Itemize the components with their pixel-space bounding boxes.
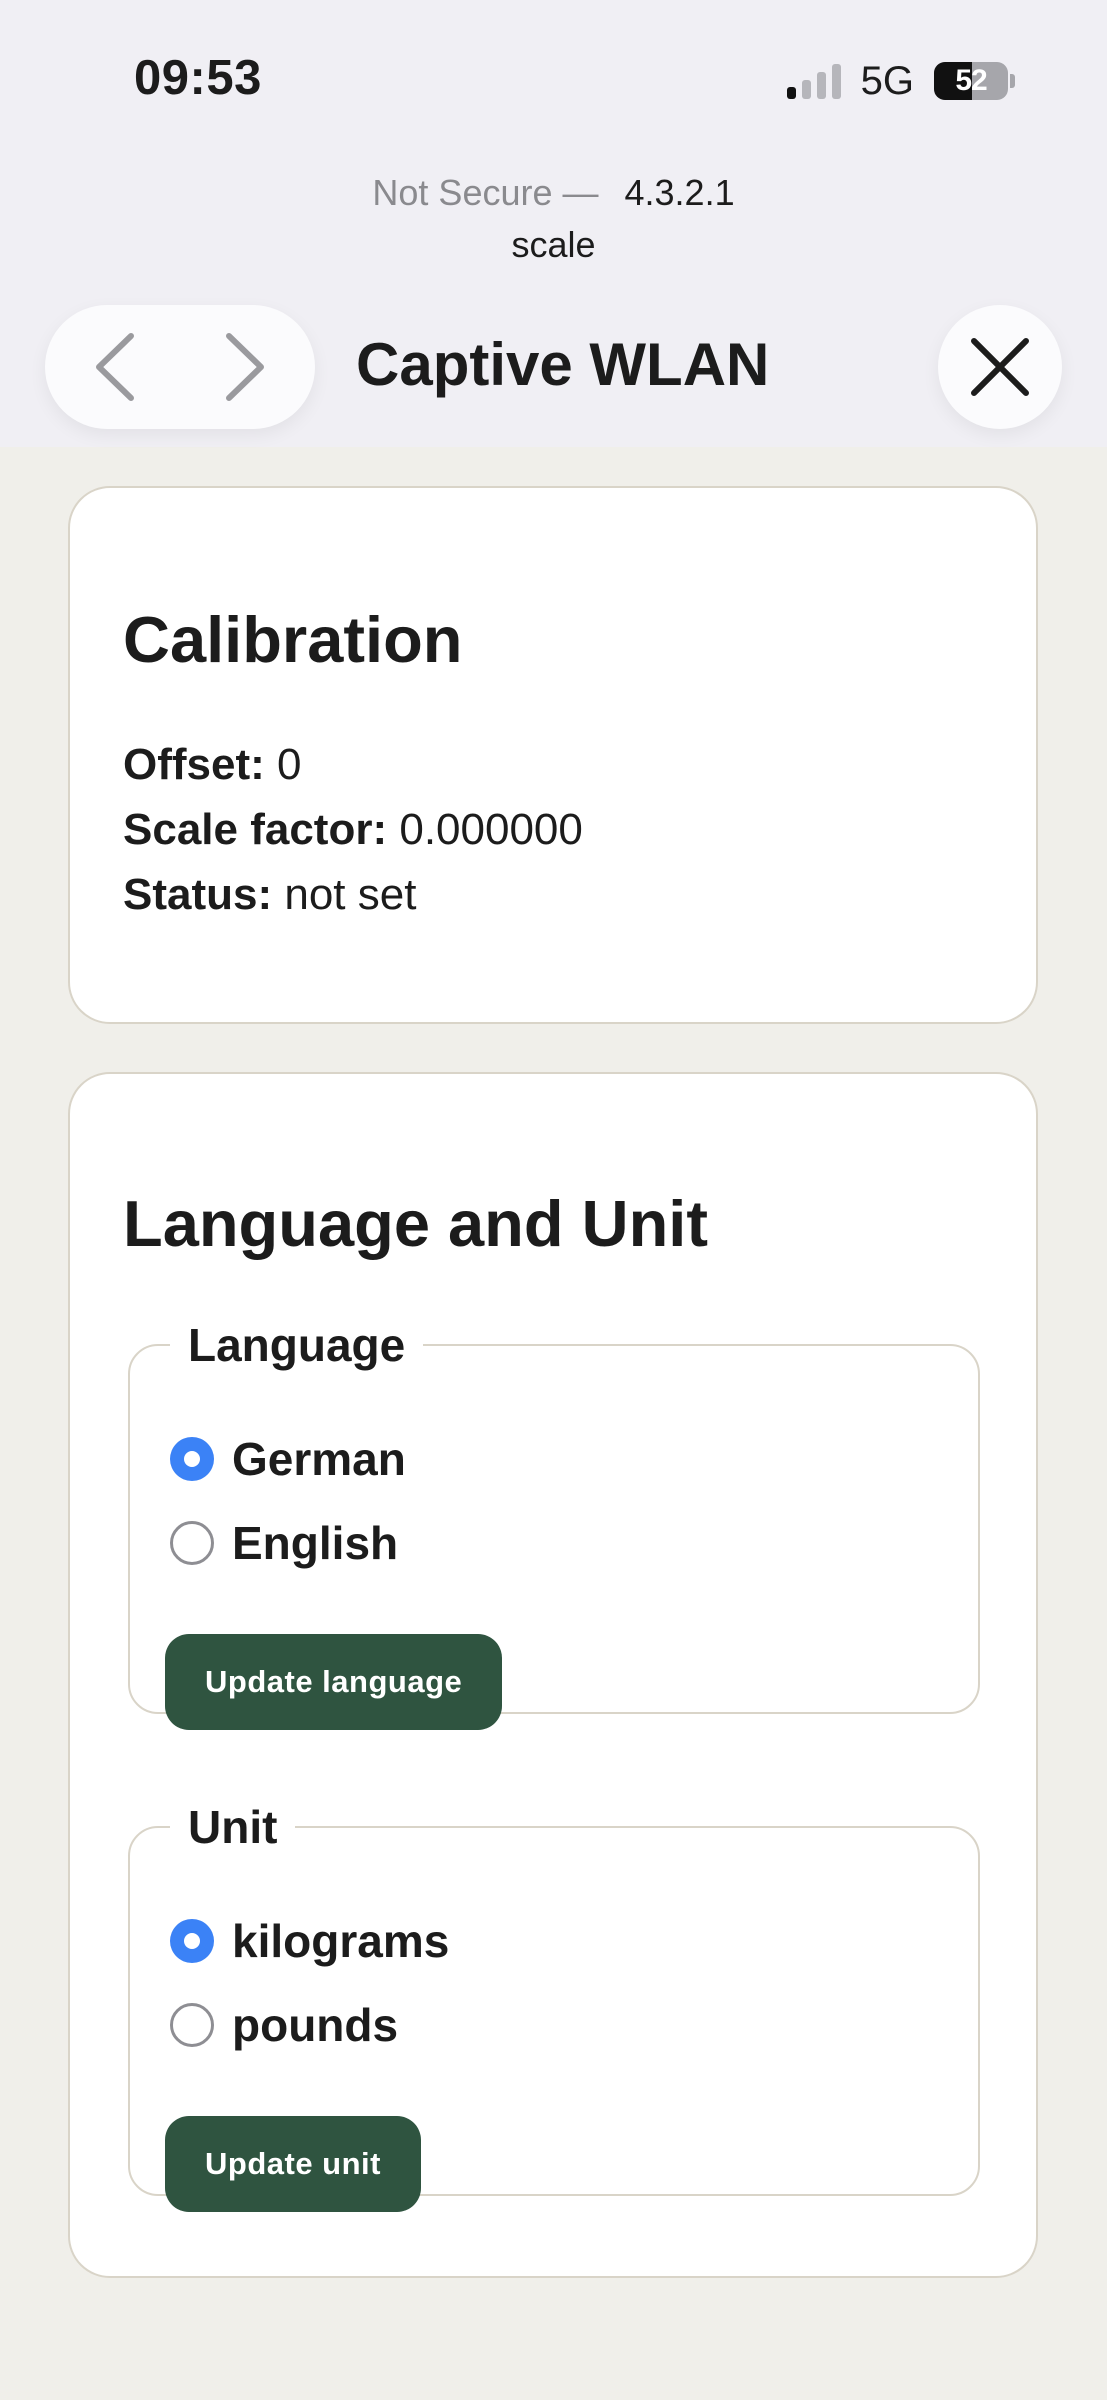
close-icon <box>971 338 1029 396</box>
update-language-button[interactable]: Update language <box>165 1634 503 1730</box>
status-row: Status: not set <box>123 870 416 920</box>
language-unit-card: Language and Unit Language German Englis… <box>68 1072 1038 2278</box>
network-type: 5G <box>860 58 914 103</box>
status-value: not set <box>284 870 417 919</box>
option-label: pounds <box>232 1999 399 2051</box>
radio-checked-icon[interactable] <box>170 1437 214 1481</box>
status-indicators: 5G 52 <box>786 58 1015 104</box>
browser-chrome: 09:53 5G 52 Not Secure — 4.3.2.1 scale Ca… <box>0 0 1107 447</box>
unit-legend: Unit <box>188 1801 278 1853</box>
language-legend: Language <box>188 1319 406 1371</box>
scale-factor-row: Scale factor: 0.000000 <box>123 805 583 855</box>
address-bar[interactable]: Not Secure — 4.3.2.1 <box>0 172 1107 214</box>
unit-option-pounds[interactable]: pounds <box>170 1998 398 2052</box>
navigation-controls <box>45 305 315 429</box>
close-button[interactable] <box>938 305 1062 429</box>
option-label: German <box>232 1433 406 1485</box>
page-title: Captive WLAN <box>356 331 770 398</box>
cellular-signal-icon <box>786 63 841 99</box>
radio-unchecked-icon[interactable] <box>170 1521 214 1565</box>
battery-icon: 52 <box>934 62 1008 100</box>
radio-checked-icon[interactable] <box>170 1919 214 1963</box>
language-unit-heading: Language and Unit <box>123 1187 708 1260</box>
battery-level: 52 <box>955 64 987 97</box>
security-label: Not Secure — <box>372 172 599 213</box>
option-label: English <box>232 1517 399 1569</box>
status-label: Status: <box>123 870 273 919</box>
chevron-right-icon <box>226 333 264 401</box>
scale-factor-label: Scale factor: <box>123 805 388 854</box>
scale-factor-value: 0.000000 <box>399 805 583 854</box>
status-time: 09:53 <box>134 51 262 105</box>
url-path: scale <box>511 224 596 265</box>
radio-unchecked-icon[interactable] <box>170 2003 214 2047</box>
unit-option-kilograms[interactable]: kilograms <box>170 1914 449 1968</box>
calibration-heading: Calibration <box>123 603 463 676</box>
url-host: 4.3.2.1 <box>624 172 735 213</box>
offset-row: Offset: 0 <box>123 740 302 790</box>
chevron-left-icon <box>96 333 134 401</box>
language-option-german[interactable]: German <box>170 1432 406 1486</box>
unit-fieldset: Unit kilograms pounds Update unit <box>128 1800 980 2212</box>
battery-tip <box>1010 74 1015 88</box>
forward-button[interactable] <box>215 327 275 407</box>
language-fieldset: Language German English Update language <box>128 1318 980 1730</box>
offset-value: 0 <box>277 740 302 789</box>
calibration-card: Calibration Offset: 0 Scale factor: 0.00… <box>68 486 1038 1024</box>
language-option-english[interactable]: English <box>170 1516 398 1570</box>
offset-label: Offset: <box>123 740 265 789</box>
option-label: kilograms <box>232 1915 450 1967</box>
back-button[interactable] <box>85 327 145 407</box>
update-unit-button[interactable]: Update unit <box>165 2116 421 2212</box>
